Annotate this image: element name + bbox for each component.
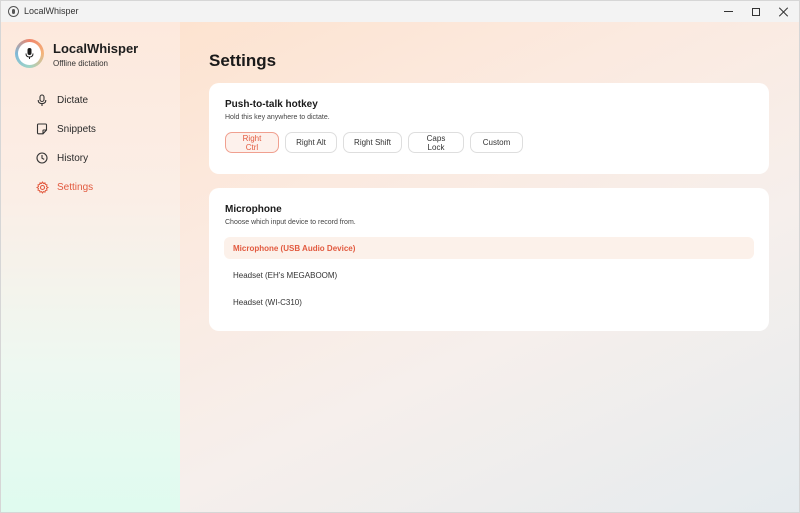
clock-icon xyxy=(35,151,49,165)
microphone-icon xyxy=(25,48,34,59)
snippet-icon xyxy=(35,122,49,136)
minimize-button[interactable] xyxy=(713,1,743,22)
minimize-icon xyxy=(723,11,733,12)
main-content: Settings Push-to-talk hotkey Hold this k… xyxy=(180,22,799,512)
device-option-megaboom[interactable]: Headset (EH's MEGABOOM) xyxy=(224,264,754,286)
hotkey-title: Push-to-talk hotkey xyxy=(225,99,318,110)
brand-logo xyxy=(15,39,44,68)
sidebar: LocalWhisper Offline dictation Dictate S… xyxy=(1,22,180,512)
title-bar[interactable]: LocalWhisper xyxy=(1,1,799,22)
close-button[interactable] xyxy=(769,1,799,22)
close-icon xyxy=(779,7,789,17)
nav-item-dictate[interactable]: Dictate xyxy=(25,88,165,112)
microphone-description: Choose which input device to record from… xyxy=(225,219,356,226)
microphone-card: Microphone Choose which input device to … xyxy=(209,188,769,331)
nav-item-snippets[interactable]: Snippets xyxy=(25,117,165,141)
hotkey-card: Push-to-talk hotkey Hold this key anywhe… xyxy=(209,83,769,174)
brand-name: LocalWhisper xyxy=(53,41,139,56)
microphone-title: Microphone xyxy=(225,204,282,215)
maximize-icon xyxy=(752,7,760,16)
maximize-button[interactable] xyxy=(741,1,771,22)
nav-label: Dictate xyxy=(57,94,89,106)
microphone-icon xyxy=(35,93,49,107)
window-title: LocalWhisper xyxy=(24,6,79,16)
nav-label: Settings xyxy=(57,181,94,193)
nav-item-history[interactable]: History xyxy=(25,146,165,170)
device-option-usb-audio[interactable]: Microphone (USB Audio Device) xyxy=(224,237,754,259)
app-window: LocalWhisper LocalWhisper Offline dictat… xyxy=(0,0,800,513)
hotkey-options: Right Ctrl Right Alt Right Shift Caps Lo… xyxy=(225,132,523,153)
gear-icon xyxy=(35,180,49,194)
hotkey-option-caps-lock[interactable]: Caps Lock xyxy=(408,132,464,153)
hotkey-description: Hold this key anywhere to dictate. xyxy=(225,114,330,121)
brand-subtitle: Offline dictation xyxy=(53,59,108,68)
hotkey-option-right-alt[interactable]: Right Alt xyxy=(285,132,337,153)
hotkey-option-right-shift[interactable]: Right Shift xyxy=(343,132,402,153)
nav-item-settings[interactable]: Settings xyxy=(25,175,165,199)
nav-label: History xyxy=(57,152,89,164)
hotkey-option-right-ctrl[interactable]: Right Ctrl xyxy=(225,132,279,153)
hotkey-option-custom[interactable]: Custom xyxy=(470,132,523,153)
page-title: Settings xyxy=(209,51,277,70)
device-option-wi-c310[interactable]: Headset (WI-C310) xyxy=(224,291,754,313)
app-icon xyxy=(8,6,19,17)
nav-label: Snippets xyxy=(57,123,96,135)
